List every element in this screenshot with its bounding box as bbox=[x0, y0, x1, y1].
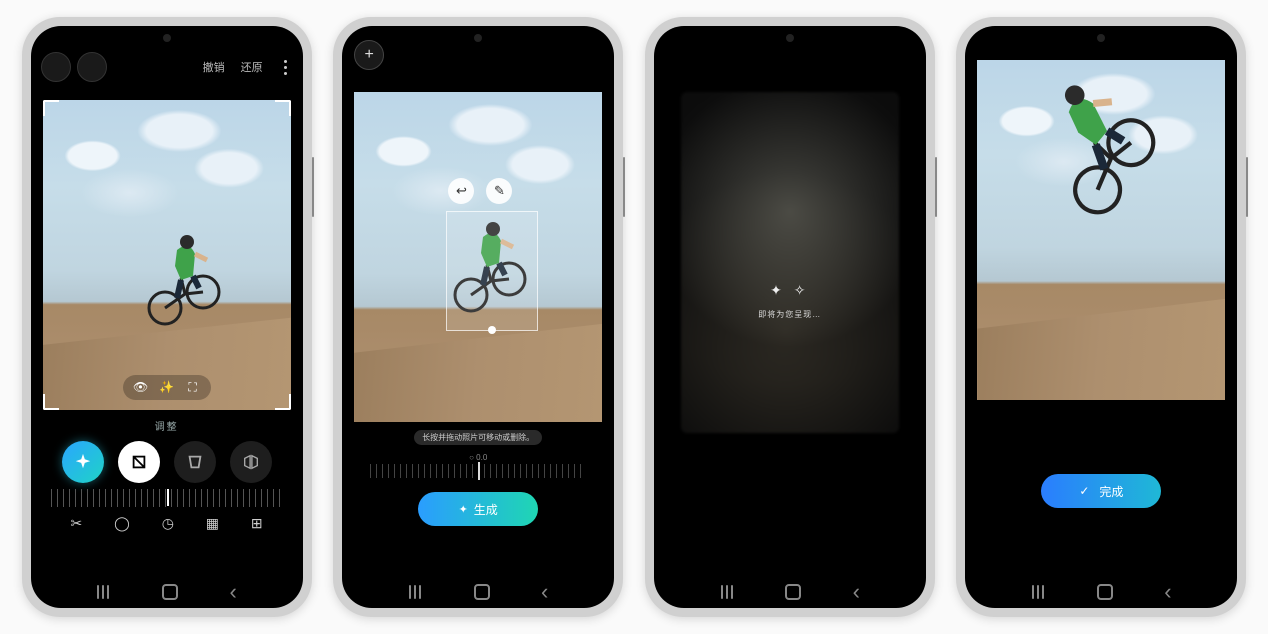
nav-back-icon[interactable] bbox=[229, 579, 236, 605]
selection-resize-handle[interactable] bbox=[488, 326, 496, 334]
nav-recents-icon[interactable] bbox=[720, 586, 734, 598]
drag-hint-text: 长按并拖动照片可移动或删除。 bbox=[414, 430, 542, 445]
front-camera bbox=[163, 34, 171, 42]
generate-button-label: 生成 bbox=[474, 501, 498, 518]
photo-canvas[interactable]: ↩ ✎ bbox=[354, 92, 602, 422]
blurred-preview bbox=[681, 92, 899, 433]
nav-back-icon[interactable] bbox=[541, 579, 548, 605]
done-button-label: 完成 bbox=[1099, 483, 1123, 500]
loading-text: 即将为您呈现… bbox=[758, 309, 821, 320]
done-button[interactable]: 完成 bbox=[1041, 474, 1161, 508]
stickers-tab-icon[interactable]: ▦ bbox=[206, 515, 219, 532]
check-icon bbox=[1079, 484, 1093, 498]
rotation-ruler[interactable] bbox=[51, 489, 283, 507]
add-button[interactable]: + bbox=[354, 40, 384, 70]
result-photo-canvas[interactable]: 重新调整 bbox=[977, 60, 1225, 400]
loading-sparkle-icon: ✦ ✧ bbox=[758, 282, 821, 299]
system-nav-bar bbox=[654, 576, 926, 608]
selection-erase-icon[interactable]: ✎ bbox=[486, 178, 512, 204]
nav-home-icon[interactable] bbox=[162, 584, 178, 600]
phone-mockup-1: 撤销 还原 bbox=[22, 17, 312, 617]
crop-rotate-button[interactable] bbox=[118, 441, 160, 483]
perspective-button[interactable] bbox=[174, 441, 216, 483]
ai-enhance-icon[interactable]: ✨ bbox=[159, 380, 175, 395]
history-thumb-1[interactable] bbox=[41, 52, 71, 82]
nav-home-icon[interactable] bbox=[474, 584, 490, 600]
flip-button[interactable] bbox=[230, 441, 272, 483]
photo-canvas[interactable]: 👁 ✨ ⛶ bbox=[43, 100, 291, 410]
front-camera bbox=[786, 34, 794, 42]
selection-undo-icon[interactable]: ↩ bbox=[448, 178, 474, 204]
nav-recents-icon[interactable] bbox=[408, 586, 422, 598]
sparkle-icon: ✦ bbox=[459, 503, 468, 516]
object-selection-box[interactable] bbox=[446, 211, 538, 331]
nav-home-icon[interactable] bbox=[785, 584, 801, 600]
angle-readout: ○ 0.0 bbox=[342, 453, 614, 462]
generating-overlay: ✦ ✧ 即将为您呈现… bbox=[654, 26, 926, 576]
filters-tab-icon[interactable]: ◯ bbox=[114, 515, 130, 532]
generate-button[interactable]: ✦ 生成 bbox=[418, 492, 538, 526]
more-menu-icon[interactable] bbox=[279, 60, 293, 75]
nav-recents-icon[interactable] bbox=[1031, 586, 1045, 598]
system-nav-bar bbox=[965, 576, 1237, 608]
phone-mockup-3: ✦ ✧ 即将为您呈现… bbox=[645, 17, 935, 617]
nav-home-icon[interactable] bbox=[1097, 584, 1113, 600]
more-tab-icon[interactable]: ⊞ bbox=[251, 515, 263, 532]
crop-frame[interactable] bbox=[43, 100, 291, 410]
adjust-tab-icon[interactable]: ◷ bbox=[162, 515, 174, 532]
system-nav-bar bbox=[31, 576, 303, 608]
undo-label[interactable]: 撤销 bbox=[203, 59, 225, 75]
phone-mockup-2: + ↩ ✎ bbox=[333, 17, 623, 617]
crop-tab-icon[interactable]: ✂ bbox=[71, 515, 83, 532]
nav-back-icon[interactable] bbox=[853, 579, 860, 605]
editor-mode-row bbox=[31, 441, 303, 483]
preview-icon[interactable]: 👁 bbox=[133, 380, 149, 395]
front-camera bbox=[474, 34, 482, 42]
selection-toolbar: ↩ ✎ bbox=[448, 178, 512, 204]
ai-edit-button[interactable] bbox=[62, 441, 104, 483]
nav-back-icon[interactable] bbox=[1164, 579, 1171, 605]
section-label: 调整 bbox=[31, 418, 303, 433]
canvas-quick-tools: 👁 ✨ ⛶ bbox=[123, 375, 211, 400]
phone-mockup-4: 重新调整 完成 bbox=[956, 17, 1246, 617]
redo-label[interactable]: 还原 bbox=[241, 59, 263, 75]
nav-recents-icon[interactable] bbox=[96, 586, 110, 598]
angle-ruler[interactable] bbox=[370, 464, 586, 478]
system-nav-bar bbox=[342, 576, 614, 608]
history-thumb-2[interactable] bbox=[77, 52, 107, 82]
editor-category-row: ✂ ◯ ◷ ▦ ⊞ bbox=[55, 515, 279, 532]
front-camera bbox=[1097, 34, 1105, 42]
expand-icon[interactable]: ⛶ bbox=[185, 380, 201, 395]
